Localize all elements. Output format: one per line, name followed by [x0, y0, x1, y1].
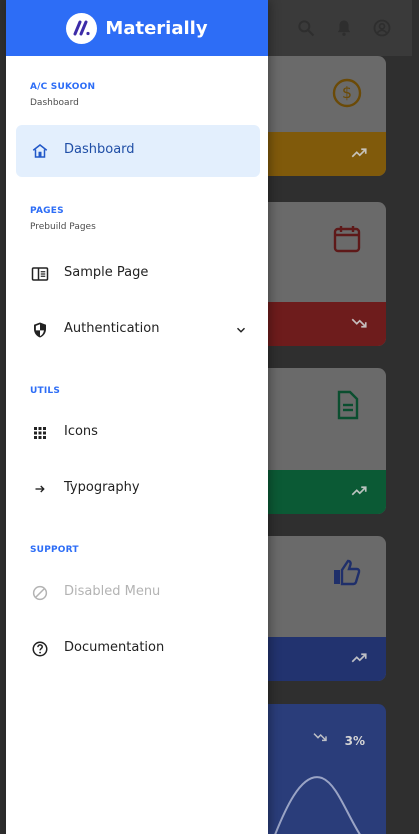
app-bar-actions	[268, 0, 412, 56]
stat-card-likes	[268, 536, 386, 681]
stat-card-calendar	[268, 202, 386, 346]
notification-bell-icon[interactable]	[334, 18, 354, 38]
app-root: $ 3% Materially A/C SUKOON Dashboard Das…	[0, 0, 419, 834]
percent-badge: 3%	[344, 734, 365, 748]
account-circle-icon[interactable]	[372, 18, 392, 38]
nav-item-sample-page[interactable]: Sample Page	[16, 248, 260, 300]
security-icon	[34, 322, 46, 338]
chevron-down-icon[interactable]	[234, 323, 248, 337]
nav-item-disabled-menu: Disabled Menu	[16, 567, 260, 619]
section-title-pages: PAGES	[30, 206, 64, 216]
home-icon	[32, 144, 48, 158]
svg-text:$: $	[342, 83, 352, 102]
nav-item-dashboard[interactable]: Dashboard	[16, 125, 260, 177]
stat-card-revenue: $	[268, 56, 386, 176]
trending-up-icon	[351, 486, 367, 496]
dashboard-content-dimmed: $ 3%	[268, 56, 412, 834]
section-subtitle-account: Dashboard	[30, 98, 79, 108]
nav-item-icons[interactable]: Icons	[16, 407, 260, 459]
trending-down-icon	[351, 318, 367, 328]
nav-item-typography[interactable]: Typography	[16, 463, 260, 515]
section-title-utils: UTILS	[30, 386, 61, 396]
nav-item-label: Icons	[64, 424, 98, 439]
nav-item-label: Authentication	[64, 321, 160, 336]
logo-icon	[66, 12, 98, 44]
stat-card-document	[268, 368, 386, 514]
nav-item-label: Typography	[64, 480, 140, 495]
nav-item-documentation[interactable]: Documentation	[16, 623, 260, 675]
nav-item-label: Documentation	[64, 640, 165, 655]
nav-item-label: Dashboard	[64, 142, 135, 157]
help-circle-icon	[32, 641, 48, 657]
nav-item-label: Sample Page	[64, 265, 149, 280]
chart-card: 3%	[268, 704, 386, 834]
dollar-circle-icon: $	[332, 78, 362, 108]
search-icon[interactable]	[296, 18, 316, 38]
calendar-icon	[333, 226, 361, 253]
chrome-reader-icon	[31, 267, 49, 281]
trending-up-icon	[351, 148, 367, 158]
trending-down-icon	[313, 733, 327, 742]
brand-header[interactable]: Materially	[6, 0, 268, 56]
section-title-account: A/C SUKOON	[30, 82, 96, 92]
nav-item-label: Disabled Menu	[64, 584, 161, 599]
block-icon	[32, 585, 48, 601]
trending-up-icon	[351, 653, 367, 663]
thumb-up-icon	[334, 559, 361, 586]
document-icon	[337, 390, 359, 420]
sidebar-drawer: Materially A/C SUKOON Dashboard Dashboar…	[6, 0, 268, 834]
sparkline-wave	[274, 776, 361, 834]
arrow-right-icon	[35, 485, 45, 493]
nav-item-authentication[interactable]: Authentication	[16, 304, 260, 356]
section-title-support: SUPPORT	[30, 545, 79, 555]
app-name: Materially	[105, 17, 208, 39]
apps-grid-icon	[34, 427, 46, 439]
section-subtitle-pages: Prebuild Pages	[30, 222, 96, 232]
